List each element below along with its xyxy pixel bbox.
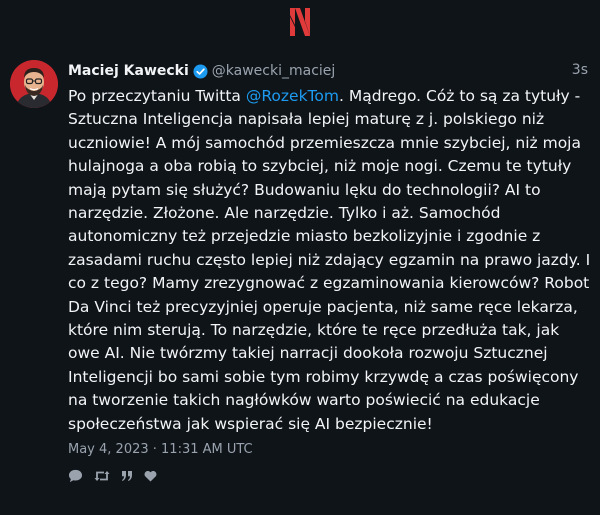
tweet-text-start: Po przeczytaniu Twitta <box>68 87 246 105</box>
tweet-text: Po przeczytaniu Twitta @RozekTom. Mądreg… <box>68 85 594 436</box>
retweet-icon[interactable] <box>94 469 110 483</box>
tweet-date[interactable]: May 4, 2023 · 11:31 AM UTC <box>68 440 588 460</box>
tweet-header: Maciej Kawecki @kawecki_maciej <box>68 60 588 82</box>
author-name[interactable]: Maciej Kawecki <box>68 63 189 79</box>
nitter-logo-icon[interactable] <box>285 6 315 38</box>
verified-badge-icon <box>193 63 208 79</box>
like-icon[interactable] <box>144 470 157 482</box>
tweet-actions <box>68 468 588 484</box>
reply-icon[interactable] <box>68 469 83 483</box>
tweet-time[interactable]: 3s <box>572 62 588 78</box>
avatar[interactable] <box>10 60 58 108</box>
quote-icon[interactable] <box>121 470 133 482</box>
mention-link[interactable]: @RozekTom <box>246 87 339 105</box>
tweet-text-rest: . Mądrego. Cóż to są za tytuły - Sztuczn… <box>68 87 591 433</box>
author-handle[interactable]: @kawecki_maciej <box>212 63 336 79</box>
tweet-content: Maciej Kawecki @kawecki_maciej 3s Po prz… <box>68 60 590 484</box>
